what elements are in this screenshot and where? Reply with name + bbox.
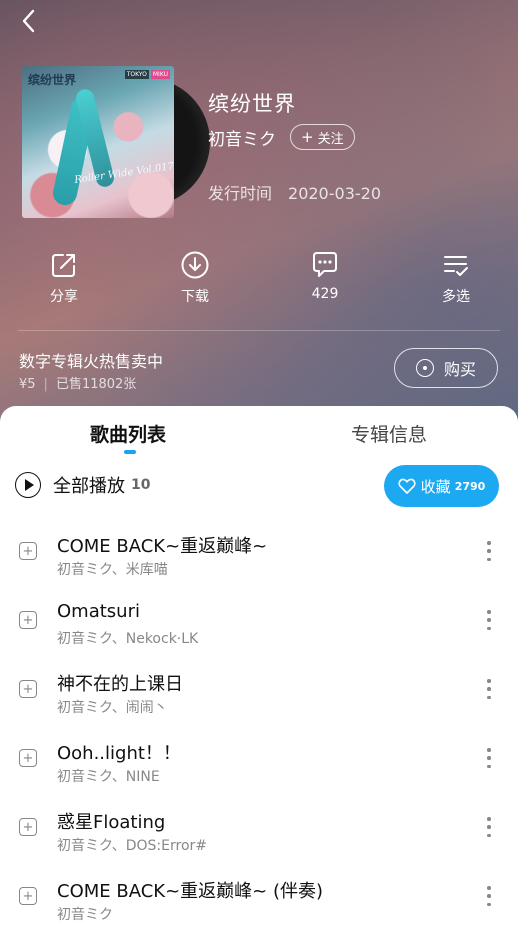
play-all-label: 全部播放 xyxy=(53,476,125,497)
more-icon[interactable] xyxy=(480,607,498,633)
tab-indicator xyxy=(124,450,136,454)
add-icon[interactable]: + xyxy=(19,749,37,767)
promo-price: ¥5 xyxy=(19,377,36,392)
share-label: 分享 xyxy=(50,289,78,305)
album-cover[interactable]: 缤纷世界 TOKYO MIKU Roller Wide Vol.017 xyxy=(22,66,210,218)
cover-logos: TOKYO MIKU xyxy=(123,70,170,79)
song-artist: 初音ミク、NINE xyxy=(57,769,160,785)
artist-row: 初音ミク + 关注 xyxy=(208,124,355,150)
multi-select-label: 多选 xyxy=(442,289,470,305)
plus-icon: + xyxy=(301,128,314,146)
song-artist: 初音ミク、米库喵 xyxy=(57,562,168,578)
song-row[interactable]: + Omatsuri 初音ミク、Nekock·LK xyxy=(0,593,518,659)
song-artist: 初音ミク、DOS:Error# xyxy=(57,838,207,854)
follow-button[interactable]: + 关注 xyxy=(290,124,355,150)
collect-count: 2790 xyxy=(454,479,486,493)
song-row[interactable]: + Ooh..light！！ 初音ミク、NINE xyxy=(0,731,518,797)
add-icon[interactable]: + xyxy=(19,611,37,629)
more-icon[interactable] xyxy=(480,676,498,702)
album-title: 缤纷世界 xyxy=(208,92,296,116)
more-icon[interactable] xyxy=(480,883,498,909)
comment-count: 429 xyxy=(311,286,339,302)
album-header: 缤纷世界 TOKYO MIKU Roller Wide Vol.017 缤纷世界 … xyxy=(0,0,518,430)
comment-icon xyxy=(313,252,337,277)
song-title: 神不在的上课日 xyxy=(57,674,183,695)
song-artist: 初音ミク xyxy=(57,907,113,923)
promo-subtitle: ¥5 | 已售11802张 xyxy=(19,377,137,392)
download-icon xyxy=(181,251,209,279)
play-icon xyxy=(15,472,41,498)
cover-logo-left: TOKYO xyxy=(124,70,149,79)
song-title: COME BACK~重返巅峰~ xyxy=(57,536,268,557)
song-artist: 初音ミク、闹闹丶 xyxy=(57,700,168,716)
song-artist: 初音ミク、Nekock·LK xyxy=(57,631,199,647)
more-icon[interactable] xyxy=(480,745,498,771)
cover-title-art: 缤纷世界 xyxy=(28,73,77,87)
song-row[interactable]: + COME BACK~重返巅峰~ 初音ミク、米库喵 xyxy=(0,524,518,590)
add-icon[interactable]: + xyxy=(19,818,37,836)
tab-album-info[interactable]: 专辑信息 xyxy=(351,420,427,447)
multi-select-button[interactable]: 多选 xyxy=(416,250,496,306)
chevron-left-icon xyxy=(22,9,35,33)
more-icon[interactable] xyxy=(480,538,498,564)
divider xyxy=(18,330,500,331)
heart-icon xyxy=(398,478,416,494)
collect-label: 收藏 xyxy=(420,477,451,496)
tab-song-list[interactable]: 歌曲列表 xyxy=(90,420,166,447)
song-panel: 歌曲列表 专辑信息 全部播放 10 收藏 2790 + COME BACK~重返… xyxy=(0,406,518,930)
download-label: 下载 xyxy=(181,289,209,305)
cover-script-art: Roller Wide Vol.017 xyxy=(73,161,174,186)
comment-button[interactable]: 429 xyxy=(285,250,365,302)
cover-logo-right: MIKU xyxy=(150,70,170,79)
buy-button[interactable]: 购买 xyxy=(394,348,498,388)
share-button[interactable]: 分享 xyxy=(24,250,104,306)
song-row[interactable]: + 惑星Floating 初音ミク、DOS:Error# xyxy=(0,800,518,866)
cover-art: 缤纷世界 TOKYO MIKU Roller Wide Vol.017 xyxy=(22,66,174,218)
play-all-button[interactable]: 全部播放 10 xyxy=(15,472,150,498)
download-button[interactable]: 下载 xyxy=(155,250,235,306)
artist-name[interactable]: 初音ミク xyxy=(208,125,276,150)
multi-select-icon xyxy=(444,256,468,276)
add-icon[interactable]: + xyxy=(19,542,37,560)
song-row[interactable]: + COME BACK~重返巅峰~ (伴奏) 初音ミク xyxy=(0,869,518,930)
add-icon[interactable]: + xyxy=(19,887,37,905)
song-title: Omatsuri xyxy=(57,601,140,622)
song-title: 惑星Floating xyxy=(57,812,166,833)
release-info: 发行时间 2020-03-20 xyxy=(208,180,381,204)
collect-button[interactable]: 收藏 2790 xyxy=(384,465,499,507)
back-button[interactable] xyxy=(14,6,44,36)
share-icon xyxy=(52,254,75,277)
song-title: COME BACK~重返巅峰~ (伴奏) xyxy=(57,881,324,902)
action-bar: 分享 下载 429 多选 xyxy=(0,250,518,312)
song-row[interactable]: + 神不在的上课日 初音ミク、闹闹丶 xyxy=(0,662,518,728)
release-label: 发行时间 xyxy=(208,184,273,203)
add-icon[interactable]: + xyxy=(19,680,37,698)
song-count: 10 xyxy=(131,477,151,493)
disc-icon xyxy=(415,359,434,377)
follow-label: 关注 xyxy=(317,131,344,147)
promo-sold: 已售11802张 xyxy=(55,377,137,392)
song-title: Ooh..light！！ xyxy=(57,743,181,764)
release-date: 2020-03-20 xyxy=(288,184,381,203)
promo-title: 数字专辑火热售卖中 xyxy=(19,352,164,371)
buy-label: 购买 xyxy=(443,360,476,379)
more-icon[interactable] xyxy=(480,814,498,840)
